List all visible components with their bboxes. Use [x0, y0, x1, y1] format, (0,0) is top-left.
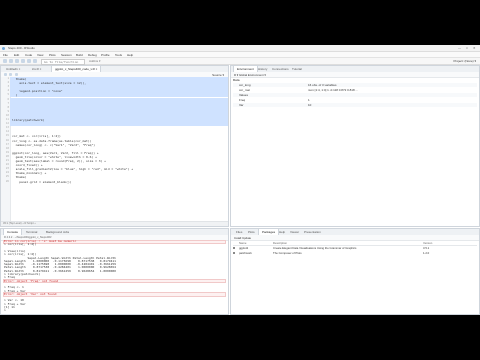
source-editor-pane: Untitled1 × iris.R × ggplot_x_Steps400_c…: [0, 65, 229, 227]
environment-scope[interactable]: R ▾ Global Environment ▾: [234, 73, 266, 77]
code-editor[interactable]: 1 theme(2 axis.text = element_text(size …: [1, 77, 228, 222]
variable-value: 16 obs. of 3 variables: [308, 83, 337, 87]
save-all-icon[interactable]: [27, 59, 31, 63]
console-pane: Console Terminal Background Jobs R 4.3.2…: [0, 228, 229, 315]
environment-row[interactable]: cor_long 16 obs. of 3 variables: [233, 83, 477, 87]
open-file-icon[interactable]: [15, 59, 19, 63]
environment-section-data: Data: [233, 78, 240, 82]
packages-pane: Files Plots Packages Help Viewer Present…: [230, 228, 480, 315]
menu-session[interactable]: Session: [61, 53, 72, 57]
save-icon[interactable]: [21, 59, 25, 63]
environment-row[interactable]: Var 10: [233, 103, 477, 107]
menu-view[interactable]: View: [37, 53, 43, 57]
environment-row[interactable]: Values: [233, 93, 477, 97]
variable-name: cor_mat: [239, 88, 250, 92]
package-name[interactable]: ggplot2: [239, 246, 248, 250]
menu-help[interactable]: Help: [127, 53, 133, 57]
new-project-icon[interactable]: [9, 59, 13, 63]
menu-profile[interactable]: Profile: [101, 53, 110, 57]
variable-name: cor_long: [239, 83, 251, 87]
package-description: The Composer of Plots: [273, 251, 302, 255]
menu-build[interactable]: Build: [76, 53, 83, 57]
window-title: Steps 400 - RStudio: [8, 46, 35, 50]
maximize-button[interactable]: □: [466, 46, 468, 50]
line-number: 26: [5, 179, 9, 183]
console-line: >: [4, 308, 6, 313]
variable-name: Var: [239, 103, 244, 107]
menu-plots[interactable]: Plots: [49, 53, 56, 57]
variable-value: 1: [308, 98, 310, 102]
print-icon[interactable]: [33, 59, 37, 63]
menu-code[interactable]: Code: [25, 53, 32, 57]
menu-tools[interactable]: Tools: [115, 53, 122, 57]
menu-debug[interactable]: Debug: [88, 53, 97, 57]
project-menu[interactable]: Project: (None) ▾: [453, 59, 476, 63]
environment-table: Data cor_long 16 obs. of 3 variables cor_m…: [231, 78, 479, 226]
rstudio-window: Steps 400 - RStudio — □ ✕ File Edit Code…: [0, 45, 480, 315]
variable-value: num [1:4, 1:4] 1 -0.118 0.872 0.818 ...: [308, 88, 358, 92]
menu-edit[interactable]: Edit: [14, 53, 19, 57]
variable-value: 10: [308, 103, 312, 107]
addins-menu[interactable]: Addins ▾: [87, 59, 107, 63]
environment-pane: Environment History Connections Tutorial…: [230, 65, 480, 227]
environment-row[interactable]: cor_mat num [1:4, 1:4] 1 -0.118 0.872 0.8…: [233, 88, 477, 92]
editor-status: 45:1 (Top Level) ÷ R Script ÷: [1, 221, 228, 226]
menu-file[interactable]: File: [3, 53, 8, 57]
package-version: 1.2.0: [423, 251, 430, 255]
variable-name: Values: [239, 93, 248, 97]
package-checkbox[interactable]: [233, 251, 236, 255]
package-description: Create Elegant Data Visualisations Using…: [273, 246, 357, 250]
package-version: 3.5.1: [423, 246, 430, 250]
environment-row[interactable]: Freq 1: [233, 98, 477, 102]
col-version[interactable]: Version: [423, 241, 432, 245]
package-row[interactable]: ggplot2 Create Elegant Data Visualisation…: [233, 246, 477, 250]
title-bar: Steps 400 - RStudio — □ ✕: [0, 45, 480, 52]
rstudio-logo-icon: [2, 46, 5, 50]
package-name[interactable]: patchwork: [239, 251, 252, 255]
col-description[interactable]: Description: [273, 241, 287, 245]
col-name[interactable]: Name: [239, 241, 246, 245]
forward-icon[interactable]: [9, 72, 12, 76]
new-file-icon[interactable]: [3, 59, 7, 63]
packages-list: ggplot2 Create Elegant Data Visualisation…: [231, 246, 479, 314]
code-line[interactable]: panel.grid = element_blank()): [12, 180, 226, 184]
back-icon[interactable]: [4, 72, 7, 76]
package-row[interactable]: patchwork The Composer of Plots 1.2.0: [233, 251, 477, 255]
save-file-icon[interactable]: [15, 72, 18, 76]
main-toolbar: Go to file/function Addins ▾ Project: (N…: [0, 58, 480, 65]
install-update-buttons[interactable]: Install Update: [234, 236, 251, 240]
package-checkbox[interactable]: [233, 246, 236, 250]
minimize-button[interactable]: —: [458, 46, 461, 50]
variable-name: Freq: [239, 98, 246, 102]
close-button[interactable]: ✕: [473, 46, 476, 50]
console-output[interactable]: Error in cor(iris) : 'x' must be numeric…: [1, 239, 228, 314]
